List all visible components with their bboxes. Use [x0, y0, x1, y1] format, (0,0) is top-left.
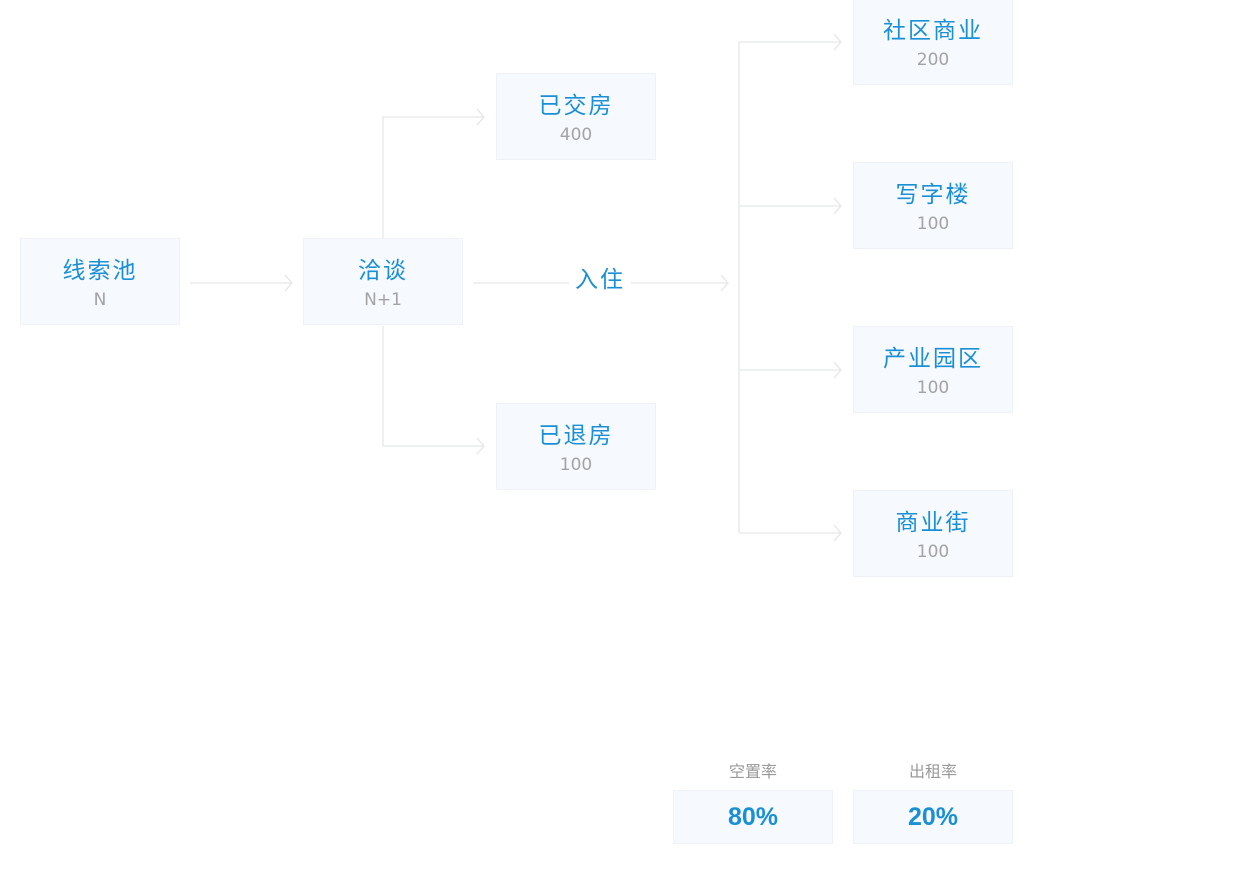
arrowhead	[284, 274, 293, 292]
arrowhead	[833, 197, 842, 215]
node-value: 100	[916, 214, 950, 234]
arrowhead	[833, 33, 842, 51]
node-office-building: 写字楼 100	[853, 162, 1013, 249]
vacancy-rate-value: 80%	[673, 790, 833, 844]
edge-label-checkin: 入住	[569, 263, 631, 297]
node-value: 200	[916, 50, 950, 70]
arrowhead	[833, 361, 842, 379]
rental-rate-label: 出租率	[908, 762, 957, 781]
arrowhead	[476, 437, 485, 455]
node-title: 商业街	[895, 510, 971, 536]
node-value: N	[93, 290, 107, 310]
node-title: 洽谈	[358, 258, 408, 284]
node-community-commerce: 社区商业 200	[853, 0, 1013, 85]
arrowhead	[833, 524, 842, 542]
node-commercial-street: 商业街 100	[853, 490, 1013, 577]
node-value: 100	[916, 378, 950, 398]
node-industrial-park: 产业园区 100	[853, 326, 1013, 413]
node-title: 已退房	[538, 423, 614, 449]
node-title: 社区商业	[883, 18, 983, 44]
node-returned: 已退房 100	[496, 403, 656, 490]
node-title: 线索池	[62, 258, 138, 284]
connector-negotiation-to-delivered	[382, 116, 484, 238]
node-title: 已交房	[538, 93, 614, 119]
node-value: 100	[559, 455, 593, 475]
node-value: 100	[916, 542, 950, 562]
node-value: 400	[559, 125, 593, 145]
vacancy-rate-label: 空置率	[728, 762, 777, 781]
node-delivered: 已交房 400	[496, 73, 656, 160]
node-title: 写字楼	[895, 182, 971, 208]
arrowhead	[720, 274, 729, 292]
rental-rate-value: 20%	[853, 790, 1013, 844]
node-clue-pool: 线索池 N	[20, 238, 180, 325]
node-value: N+1	[364, 290, 402, 310]
node-title: 产业园区	[883, 346, 983, 372]
connector-negotiation-to-returned	[382, 326, 484, 447]
node-negotiation: 洽谈 N+1	[303, 238, 463, 325]
arrowhead	[476, 108, 485, 126]
